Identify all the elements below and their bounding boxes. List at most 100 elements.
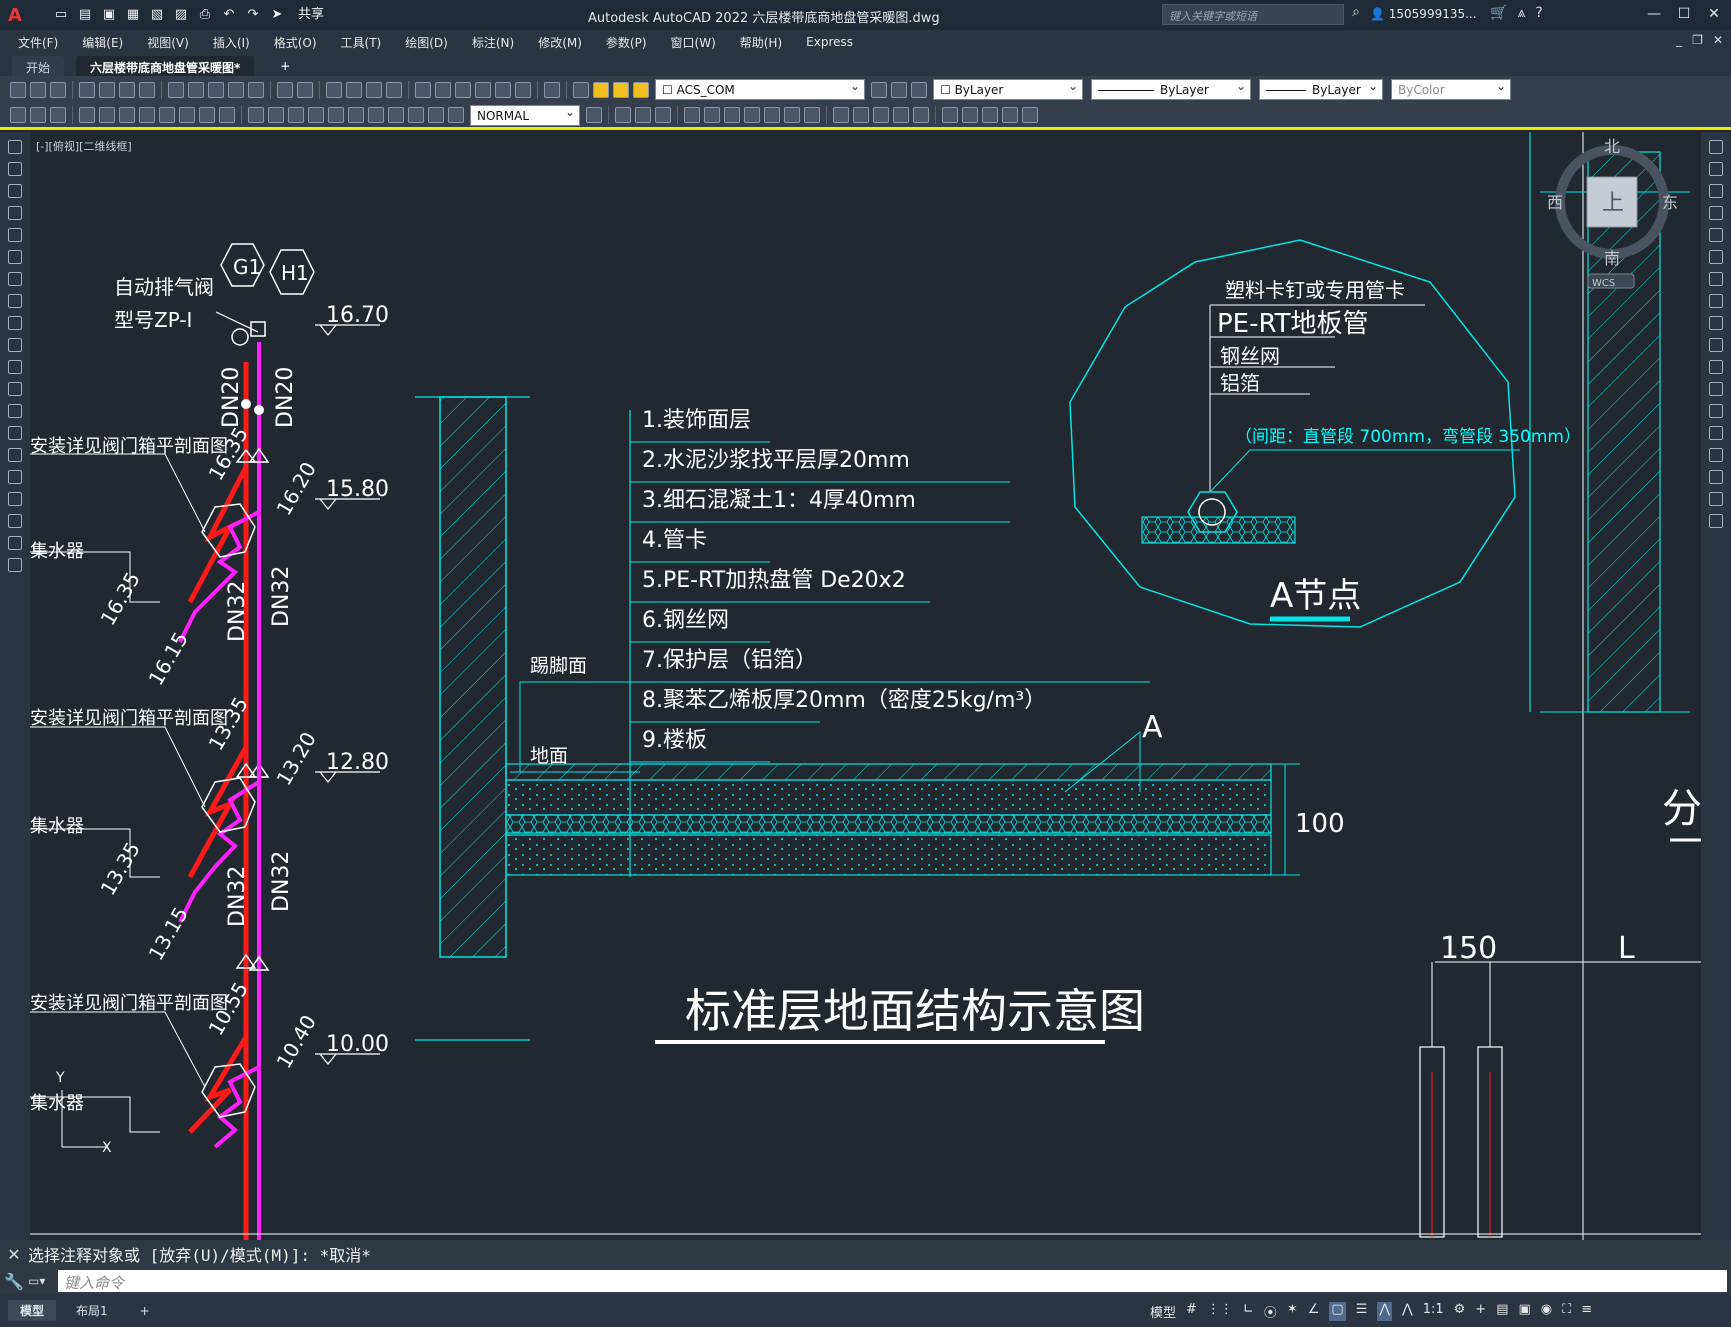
array-icon[interactable] [684,107,700,123]
offset-icon[interactable] [655,107,671,123]
diameter-dim-icon[interactable] [199,107,215,123]
copy-icon[interactable] [1709,162,1723,176]
zoom-realtime-icon[interactable] [346,81,362,98]
stretch-icon[interactable] [1709,316,1723,330]
customize-icon[interactable]: 🔧 [0,1272,28,1291]
share-label[interactable]: 共享 [298,7,324,23]
insert-block-icon[interactable] [8,382,22,396]
calculator-icon[interactable] [515,81,531,98]
move-icon[interactable] [704,107,720,123]
ordinate-dim-icon[interactable] [139,107,155,123]
point-icon[interactable] [8,426,22,440]
zoom-previous-icon[interactable] [386,81,402,98]
ellipse-arc-icon[interactable] [8,360,22,374]
linear-dim-icon[interactable] [79,107,95,123]
redo-icon[interactable] [297,81,313,98]
menu-dimension[interactable]: 标注(N) [460,34,526,51]
inspection-icon[interactable] [388,107,404,123]
open-web-icon[interactable]: ▧ [148,7,166,23]
minimize-icon[interactable]: — [1642,3,1666,25]
new-icon[interactable] [10,81,26,98]
tab-start[interactable]: 开始 [12,56,65,76]
blend-icon[interactable] [1709,492,1723,506]
arc-length-icon[interactable] [119,107,135,123]
center-mark-icon[interactable] [368,107,384,123]
fillet-icon[interactable] [893,107,909,123]
menu-format[interactable]: 格式(O) [262,34,329,51]
isolate-objects-icon[interactable]: ◉ [1541,1302,1552,1321]
doc-close-icon[interactable]: ✕ [1713,33,1723,47]
menu-insert[interactable]: 插入(I) [201,34,262,51]
group-icon[interactable] [942,107,958,123]
hatch-icon[interactable] [8,448,22,462]
menu-express[interactable]: Express [794,35,865,49]
lineweight-icon[interactable]: ☰ [1356,1302,1368,1321]
table-icon[interactable] [8,514,22,528]
polygon-icon[interactable] [8,206,22,220]
dim-style-icon[interactable] [10,107,26,123]
viewcube-south[interactable]: 南 [1604,249,1620,268]
layer-freeze-icon[interactable] [613,81,629,98]
trim-icon[interactable] [1709,338,1723,352]
new-file-icon[interactable]: ▭ [52,7,70,23]
aligned-dim-icon[interactable] [99,107,115,123]
add-selected-icon[interactable] [8,558,22,572]
close-command-icon[interactable]: ✕ [0,1245,28,1264]
osnap-icon[interactable]: ✶ [1287,1302,1298,1321]
region-icon[interactable] [8,492,22,506]
circle-icon[interactable] [8,272,22,286]
annotation-monitor-icon[interactable]: + [1475,1302,1486,1321]
dim-style-manager-icon[interactable] [586,107,602,123]
extend-icon[interactable] [804,107,820,123]
dim-update-icon[interactable] [30,107,46,123]
explode-icon[interactable] [913,107,929,123]
help-toolbar-icon[interactable] [544,81,560,98]
viewcube-north[interactable]: 北 [1604,137,1620,156]
autodesk-app-icon[interactable]: ⩓ [1517,5,1525,21]
menu-file[interactable]: 文件(F) [0,34,70,51]
drawing-canvas[interactable]: [-][俯视][二维线框] Y X G1 H1 自动排气阀 型号ZP-I 16.… [30,132,1701,1240]
customization-icon[interactable]: ≡ [1581,1302,1592,1321]
angular-dim-icon[interactable] [219,107,235,123]
paste-icon[interactable] [208,81,224,98]
close-icon[interactable]: ✕ [1702,3,1726,25]
design-center-icon[interactable] [435,81,451,98]
redo-icon[interactable]: ↷ [244,7,262,23]
chamfer-icon[interactable] [1709,448,1723,462]
mtext-icon[interactable] [8,536,22,550]
tool-palettes-icon[interactable] [455,81,471,98]
snap-icon[interactable]: ⋮⋮ [1207,1302,1233,1321]
autocad-logo-icon[interactable]: A [8,5,30,26]
array-icon[interactable] [1709,228,1723,242]
save-icon[interactable]: ▣ [100,7,118,23]
polar-icon[interactable]: ⦿ [1264,1302,1277,1321]
maximize-icon[interactable]: ☐ [1672,3,1696,25]
layer-lock-icon[interactable] [633,81,649,98]
plot-icon[interactable] [79,81,95,98]
zoom-window-icon[interactable] [366,81,382,98]
trim-icon[interactable] [784,107,800,123]
jogged-dim-icon[interactable] [179,107,195,123]
pan-icon[interactable] [326,81,342,98]
workspace-gear-icon[interactable]: ⚙ [1454,1302,1466,1321]
menu-draw[interactable]: 绘图(D) [393,34,460,51]
match-properties-icon[interactable] [228,81,244,98]
doc-minimize-icon[interactable]: _ [1676,33,1682,47]
explode-icon[interactable] [1709,514,1723,528]
annotation-visibility-icon[interactable]: ⋀ [1377,1302,1393,1321]
wcs-label[interactable]: WCS [1592,278,1615,289]
revcloud-icon[interactable] [8,294,22,308]
ellipse-icon[interactable] [8,338,22,352]
viewcube-west[interactable]: 西 [1547,193,1563,212]
menu-tools[interactable]: 工具(T) [329,34,394,51]
gradient-icon[interactable] [8,470,22,484]
sheet-set-icon[interactable] [475,81,491,98]
dim-break-icon[interactable] [328,107,344,123]
copy-obj-icon[interactable] [615,107,631,123]
tab-model[interactable]: 模型 [8,1300,57,1321]
quick-props-icon[interactable]: ▣ [1518,1302,1530,1321]
jogged-linear-icon[interactable] [408,107,424,123]
viewcube-east[interactable]: 东 [1662,193,1678,212]
ortho-icon[interactable]: ∟ [1243,1302,1254,1321]
save-web-icon[interactable]: ▨ [172,7,190,23]
